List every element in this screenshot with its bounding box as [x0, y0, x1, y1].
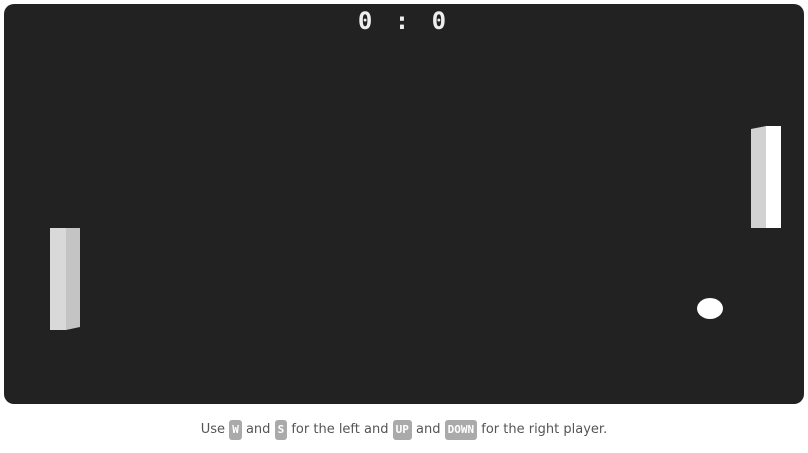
instructions-prefix: Use	[200, 422, 226, 437]
key-down: DOWN	[444, 419, 478, 440]
right-score: 0	[431, 7, 451, 35]
key-up: UP	[392, 419, 412, 440]
left-score: 0	[357, 7, 377, 35]
instructions-suffix: for the right player.	[481, 422, 608, 437]
instructions-middle: for the left and	[291, 422, 389, 437]
key-w: W	[229, 419, 242, 440]
right-paddle	[751, 126, 781, 228]
controls-instructions: Use W and S for the left and UP and DOWN…	[0, 419, 808, 441]
key-s: S	[274, 419, 288, 440]
right-paddle-front	[766, 126, 781, 228]
game-field[interactable]	[4, 4, 804, 404]
instructions-and-1: and	[245, 422, 271, 437]
left-paddle-side	[66, 228, 80, 330]
scoreboard: 0 : 0	[0, 6, 808, 36]
score-separator: :	[394, 7, 414, 35]
left-paddle	[50, 228, 80, 330]
ball	[697, 298, 723, 319]
left-paddle-front	[50, 228, 66, 330]
instructions-and-2: and	[416, 422, 441, 437]
right-paddle-side	[751, 126, 766, 228]
